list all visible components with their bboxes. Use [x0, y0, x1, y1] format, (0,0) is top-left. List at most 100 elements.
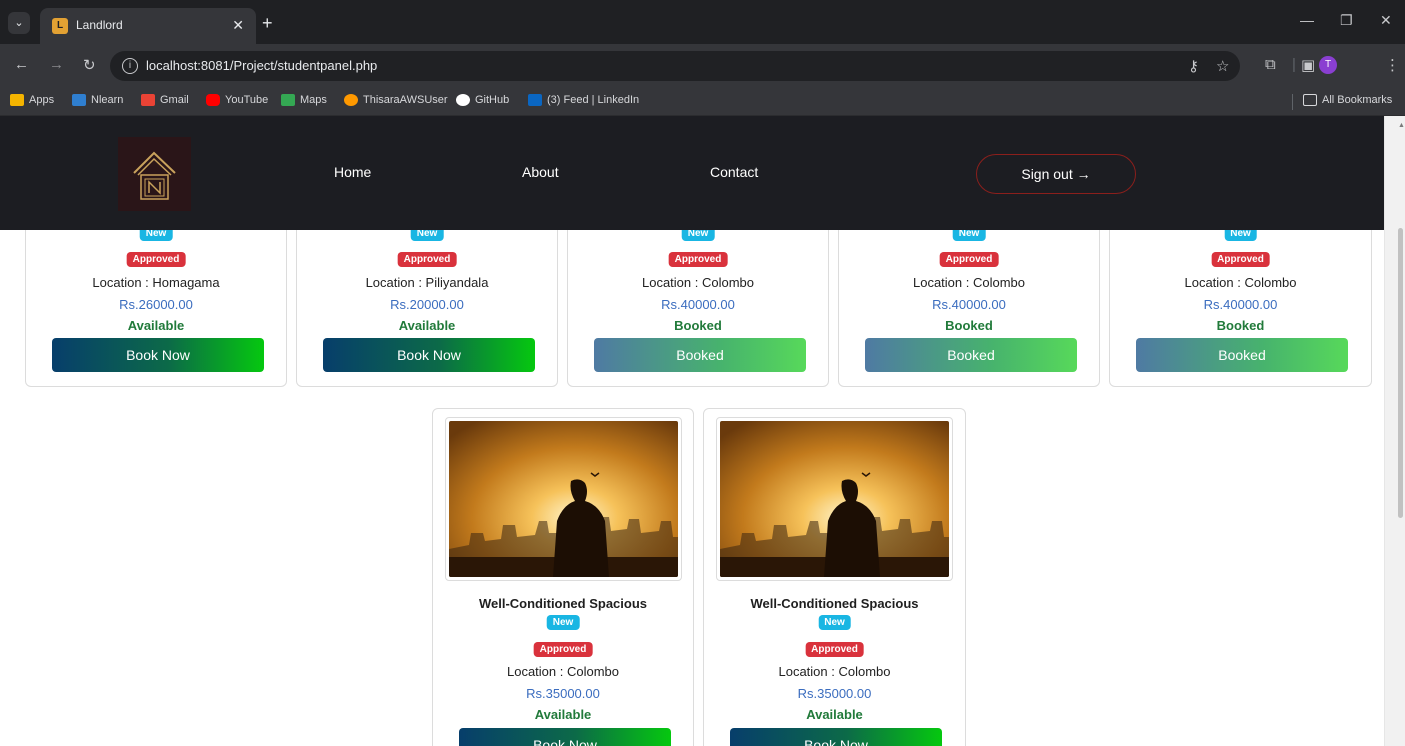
bookmark-apps[interactable]: Apps — [10, 94, 54, 106]
approved-badge: Approved — [668, 252, 728, 267]
booked-button[interactable]: Booked — [1136, 338, 1348, 372]
new-tab-plus-icon[interactable]: + — [262, 13, 273, 34]
back-arrow-icon[interactable]: ← — [14, 56, 29, 73]
bookmark-label: (3) Feed | LinkedIn — [547, 94, 640, 106]
password-key-icon[interactable]: ⚷ — [1188, 57, 1199, 75]
browser-tab[interactable]: L Landlord ✕ — [40, 8, 256, 44]
reload-icon[interactable]: ↻ — [83, 56, 96, 74]
approved-badge: Approved — [805, 642, 864, 657]
bookmark-label: Maps — [300, 94, 327, 106]
listing-status: Available — [534, 707, 592, 722]
linkedin-icon — [528, 94, 542, 106]
browser-tab-bar: ⌄ L Landlord ✕ + — ❐ ✕ — [0, 0, 1405, 44]
apps-grid-icon — [10, 94, 24, 106]
booked-button[interactable]: Booked — [594, 338, 806, 372]
new-badge: New — [546, 615, 580, 630]
listing-image[interactable] — [720, 421, 949, 577]
listing-image[interactable] — [449, 421, 678, 577]
site-header: Home About Contact Sign out → — [0, 116, 1384, 230]
bookmarks-divider — [1292, 94, 1293, 110]
nav-contact-link[interactable]: Contact — [710, 164, 758, 180]
bookmark-label: YouTube — [225, 94, 269, 106]
listing-location: Location : Colombo — [778, 664, 891, 679]
landlord-favicon-icon: L — [52, 18, 68, 34]
approved-badge: Approved — [1211, 252, 1270, 267]
tab-title: Landlord — [76, 18, 123, 32]
page-viewport: Home About Contact Sign out → New Approv… — [0, 116, 1405, 746]
tab-search-chevron-icon[interactable]: ⌄ — [8, 12, 30, 34]
book-now-button[interactable]: Book Now — [323, 338, 535, 372]
youtube-icon — [206, 94, 220, 106]
bookmark-nlearn[interactable]: Nlearn — [72, 94, 123, 106]
nlearn-icon — [72, 94, 86, 106]
sign-out-button[interactable]: Sign out → — [976, 154, 1136, 194]
all-bookmarks[interactable]: All Bookmarks — [1303, 94, 1392, 106]
listing-status: Booked — [674, 318, 722, 333]
listing-status: Booked — [1216, 318, 1265, 333]
approved-badge: Approved — [126, 252, 186, 267]
nav-home-link[interactable]: Home — [334, 164, 371, 180]
landlord-logo[interactable] — [118, 137, 191, 211]
restore-icon[interactable]: ❐ — [1340, 12, 1353, 29]
listing-price: Rs.35000.00 — [797, 686, 872, 701]
bookmark-label: GitHub — [475, 94, 510, 106]
book-now-button[interactable]: Book Now — [52, 338, 264, 372]
github-icon — [456, 94, 470, 106]
bookmarks-bar: Apps Nlearn Gmail YouTube Maps ThisaraAW… — [0, 88, 1405, 116]
forward-arrow-icon[interactable]: → — [49, 56, 64, 73]
listing-location: Location : Colombo — [506, 664, 619, 679]
listing-status: Available — [398, 318, 456, 333]
listing-image-frame — [716, 417, 953, 581]
booked-button[interactable]: Booked — [865, 338, 1077, 372]
bookmark-label: Gmail — [160, 94, 189, 106]
listing-status: Available — [806, 707, 863, 722]
listing-title: Well-Conditioned Spacious — [478, 596, 648, 611]
site-info-icon[interactable]: i — [122, 58, 138, 74]
bookmark-star-icon[interactable]: ☆ — [1216, 57, 1229, 75]
book-now-button[interactable]: Book Now — [730, 728, 942, 746]
listing-status: Booked — [945, 318, 993, 333]
window-close-icon[interactable]: ✕ — [1380, 12, 1392, 29]
gmail-icon — [141, 94, 155, 106]
side-panel-icon[interactable]: ▣ — [1301, 56, 1315, 74]
listing-image-frame — [445, 417, 682, 581]
url-text[interactable]: localhost:8081/Project/studentpanel.php — [146, 58, 377, 73]
all-bookmarks-label: All Bookmarks — [1322, 94, 1393, 106]
tab-close-icon[interactable]: ✕ — [232, 17, 244, 34]
bookmark-label: ThisaraAWSUser — [363, 94, 448, 106]
nav-about-link[interactable]: About — [522, 164, 559, 180]
minimize-icon[interactable]: — — [1300, 12, 1314, 28]
scrollbar-thumb[interactable] — [1398, 228, 1403, 518]
bookmark-linkedin[interactable]: (3) Feed | LinkedIn — [528, 94, 639, 106]
bookmark-aws[interactable]: ThisaraAWSUser — [344, 94, 448, 106]
bookmark-github[interactable]: GitHub — [456, 94, 509, 106]
listing-price: Rs.40000.00 — [932, 297, 1006, 312]
house-logo-icon — [133, 151, 176, 200]
listing-location: Location : Colombo — [1184, 275, 1297, 290]
new-badge: New — [818, 615, 851, 630]
menu-kebab-icon[interactable]: ⋮ — [1385, 56, 1400, 74]
listing-price: Rs.40000.00 — [1203, 297, 1278, 312]
extensions-puzzle-icon[interactable]: ⧉ — [1265, 56, 1276, 73]
book-now-button[interactable]: Book Now — [459, 728, 671, 746]
listing-price: Rs.26000.00 — [119, 297, 193, 312]
profile-avatar[interactable]: T — [1319, 56, 1337, 74]
listing-location: Location : Colombo — [912, 275, 1025, 290]
bookmark-gmail[interactable]: Gmail — [141, 94, 189, 106]
page-scrollbar[interactable]: ▲ — [1384, 116, 1405, 746]
bookmark-label: Apps — [29, 94, 55, 106]
listing-price: Rs.20000.00 — [390, 297, 464, 312]
browser-toolbar: ← → ↻ i localhost:8081/Project/studentpa… — [0, 44, 1405, 88]
listing-card: Well-Conditioned Spacious New Approved L… — [703, 408, 966, 746]
listing-location: Location : Piliyandala — [365, 275, 489, 290]
bookmark-maps[interactable]: Maps — [281, 94, 327, 106]
address-bar[interactable]: i localhost:8081/Project/studentpanel.ph… — [110, 51, 1240, 81]
approved-badge: Approved — [533, 642, 593, 657]
listing-price: Rs.40000.00 — [661, 297, 735, 312]
bookmark-youtube[interactable]: YouTube — [206, 94, 268, 106]
city-sunset-image — [449, 421, 678, 577]
listing-title: Well-Conditioned Spacious — [750, 596, 919, 611]
toolbar-divider: | — [1292, 56, 1296, 73]
listing-price: Rs.35000.00 — [526, 686, 600, 701]
scroll-up-arrow-icon[interactable]: ▲ — [1398, 122, 1405, 129]
